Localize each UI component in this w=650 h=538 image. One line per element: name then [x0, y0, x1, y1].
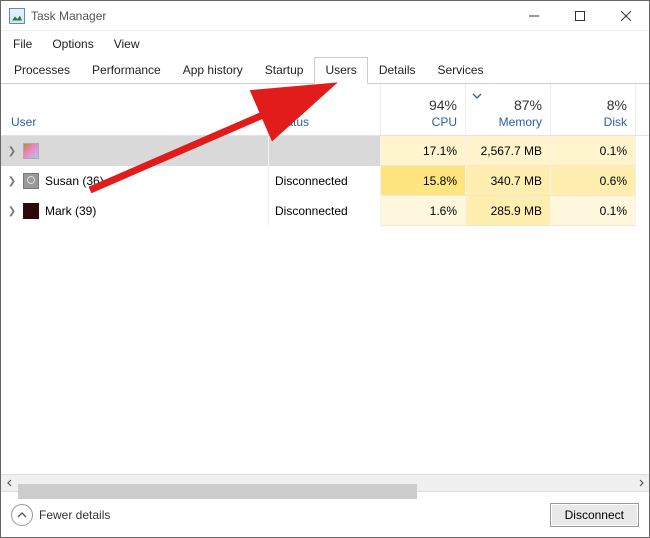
chevron-up-icon	[11, 504, 33, 526]
cell-cpu: 1.6%	[381, 196, 466, 226]
tab-users[interactable]: Users	[314, 57, 367, 84]
tab-details[interactable]: Details	[368, 57, 427, 84]
cell-memory: 2,567.7 MB	[466, 136, 551, 166]
app-icon	[9, 8, 25, 24]
scroll-right-icon[interactable]	[632, 475, 649, 492]
tab-app-history[interactable]: App history	[172, 57, 254, 84]
expand-icon[interactable]: ❯	[7, 176, 17, 187]
cell-user: ❯ Mark (39)	[1, 196, 269, 226]
header-cpu-pct: 94%	[429, 97, 457, 113]
fewer-details-button[interactable]: Fewer details	[11, 504, 110, 526]
cell-disk: 0.1%	[551, 196, 636, 226]
user-name: Susan (36)	[45, 174, 104, 188]
menubar: File Options View	[1, 31, 649, 57]
header-user[interactable]: User	[1, 84, 269, 135]
tab-performance[interactable]: Performance	[81, 57, 172, 84]
cell-status: Disconnected	[269, 166, 381, 196]
scroll-left-icon[interactable]	[1, 475, 18, 492]
header-cpu-label: CPU	[432, 115, 457, 129]
tab-strip: ProcessesPerformanceApp historyStartupUs…	[1, 57, 649, 84]
disconnect-button[interactable]: Disconnect	[550, 503, 639, 527]
sort-chevron-icon	[472, 92, 482, 103]
cell-disk: 0.1%	[551, 136, 636, 166]
minimize-button[interactable]	[511, 1, 557, 31]
user-row[interactable]: ❯ Susan (36) Disconnected15.8%340.7 MB0.6%	[1, 166, 649, 196]
titlebar: Task Manager	[1, 1, 649, 31]
users-grid: ❯ 17.1%2,567.7 MB0.1% ❯ Susan (36) Disconnec…	[1, 136, 649, 474]
cell-memory: 340.7 MB	[466, 166, 551, 196]
header-disk[interactable]: 8% Disk	[551, 84, 636, 135]
header-status-label: Status	[275, 115, 309, 129]
header-memory-label: Memory	[499, 115, 542, 129]
header-memory-pct: 87%	[514, 97, 542, 113]
user-row[interactable]: ❯ 17.1%2,567.7 MB0.1%	[1, 136, 649, 166]
window-controls	[511, 1, 649, 31]
fewer-details-label: Fewer details	[39, 508, 110, 522]
cell-user: ❯ Susan (36)	[1, 166, 269, 196]
header-user-label: User	[11, 115, 36, 129]
header-memory[interactable]: 87% Memory	[466, 84, 551, 135]
scroll-thumb[interactable]	[18, 484, 417, 499]
user-row[interactable]: ❯ Mark (39) Disconnected1.6%285.9 MB0.1%	[1, 196, 649, 226]
cell-memory: 285.9 MB	[466, 196, 551, 226]
tab-services[interactable]: Services	[427, 57, 495, 84]
close-button[interactable]	[603, 1, 649, 31]
user-avatar-icon	[23, 173, 39, 189]
user-avatar-icon	[23, 143, 39, 159]
user-name: Mark (39)	[45, 204, 96, 218]
user-avatar-icon	[23, 203, 39, 219]
cell-disk: 0.6%	[551, 166, 636, 196]
expand-icon[interactable]: ❯	[7, 146, 17, 157]
menu-view[interactable]: View	[110, 35, 144, 53]
menu-options[interactable]: Options	[48, 35, 97, 53]
header-disk-label: Disk	[604, 115, 627, 129]
header-disk-pct: 8%	[607, 97, 627, 113]
expand-icon[interactable]: ❯	[7, 206, 17, 217]
window-title: Task Manager	[31, 9, 511, 23]
cell-status: Disconnected	[269, 196, 381, 226]
header-cpu[interactable]: 94% CPU	[381, 84, 466, 135]
horizontal-scrollbar[interactable]	[1, 474, 649, 491]
tab-startup[interactable]: Startup	[254, 57, 315, 84]
maximize-button[interactable]	[557, 1, 603, 31]
column-headers: User Status 94% CPU 87% Memory 8% Disk	[1, 84, 649, 136]
cell-user: ❯	[1, 136, 269, 166]
header-status[interactable]: Status	[269, 84, 381, 135]
menu-file[interactable]: File	[9, 35, 36, 53]
cell-status	[269, 136, 381, 166]
cell-cpu: 15.8%	[381, 166, 466, 196]
tab-processes[interactable]: Processes	[3, 57, 81, 84]
cell-cpu: 17.1%	[381, 136, 466, 166]
